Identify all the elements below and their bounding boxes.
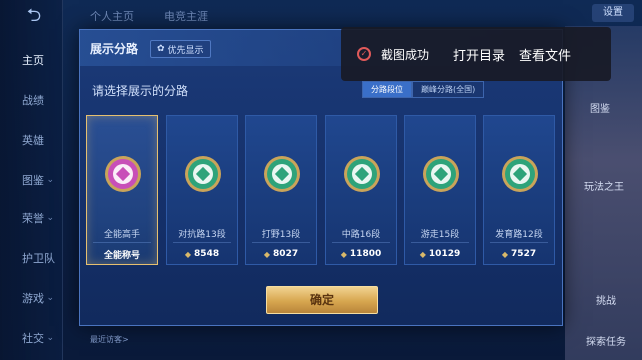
open-folder-link[interactable]: 打开目录 xyxy=(453,45,505,64)
divider xyxy=(411,242,469,243)
recent-visitors[interactable]: 最近访客> xyxy=(90,334,129,345)
top-tabs: 个人主页 电竞主涯 xyxy=(90,8,208,24)
tab-lane-rank[interactable]: 分路段位 xyxy=(362,81,412,98)
sidebar-item-honor[interactable]: 荣誉 ⌄ xyxy=(0,200,62,236)
lane-card-value-row: ◆ 8548 xyxy=(167,244,237,264)
divider xyxy=(93,242,151,243)
priority-display-button[interactable]: ✿ 优先显示 xyxy=(150,40,211,58)
lane-card-label: 发育路12段 xyxy=(495,230,543,240)
bg-label: 图鉴 xyxy=(590,104,610,115)
modal-title: 展示分路 xyxy=(90,42,139,56)
gear-icon: ✿ xyxy=(157,44,165,54)
tab-esports[interactable]: 电竞主涯 xyxy=(164,8,208,24)
lane-card-label: 对抗路13段 xyxy=(178,230,226,240)
sidebar-item-home[interactable]: 主页 xyxy=(0,42,62,78)
settings-button[interactable]: 设置 xyxy=(592,4,634,22)
left-sidebar: ⮌ 主页 战绩 英雄 图鉴 ⌄ 荣誉 ⌄ 护卫队 ⌄ 游戏 ⌄ 社交 ⌄ xyxy=(0,0,63,360)
lane-card-value-row: ◆ 11800 xyxy=(326,244,396,264)
sidebar-item-record[interactable]: 战绩 xyxy=(0,82,62,118)
lane-card[interactable]: 打野13段 ◆ 8027 xyxy=(245,115,317,265)
chevron-down-icon: ⌄ xyxy=(46,333,54,343)
lane-card-value-row: ◆ 10129 xyxy=(405,244,475,264)
sidebar-item-label: 荣誉 xyxy=(22,212,44,225)
lane-card-value: 11800 xyxy=(349,249,382,259)
mid-lane-emblem-icon xyxy=(344,156,380,192)
sidebar-item-label: 战绩 xyxy=(22,94,44,107)
lane-card-value: 10129 xyxy=(428,249,461,259)
jungle-emblem-icon xyxy=(264,156,300,192)
chevron-down-icon: ⌄ xyxy=(46,253,54,263)
lane-card[interactable]: 全能高手 全能称号 xyxy=(86,115,158,265)
screenshot-toast: ✓ 截图成功 打开目录 查看文件 xyxy=(341,27,611,81)
lane-card-label: 全能高手 xyxy=(103,230,140,240)
divider xyxy=(252,242,310,243)
lane-card[interactable]: 对抗路13段 ◆ 8548 xyxy=(166,115,238,265)
bg-label: 挑战 xyxy=(596,296,616,307)
rank-diamond-icon: ◆ xyxy=(419,249,426,259)
sidebar-item-label: 主页 xyxy=(22,54,44,67)
lane-card-value-row: ◆ 8027 xyxy=(246,244,316,264)
lane-card-value-row: ◆ 7527 xyxy=(484,244,554,264)
lane-card[interactable]: 发育路12段 ◆ 7527 xyxy=(483,115,555,265)
divider xyxy=(490,242,548,243)
rank-diamond-icon: ◆ xyxy=(184,249,192,259)
sidebar-item-guard[interactable]: 护卫队 ⌄ xyxy=(0,240,62,276)
lane-card-value: 8027 xyxy=(273,249,299,259)
sidebar-item-label: 英雄 xyxy=(22,134,44,147)
sidebar-item-collection[interactable]: 图鉴 ⌄ xyxy=(0,162,62,198)
tab-profile[interactable]: 个人主页 xyxy=(90,8,134,24)
chevron-down-icon: ⌄ xyxy=(46,175,54,185)
lane-card-label: 游走15段 xyxy=(420,230,460,240)
lane-cards: 全能高手 全能称号 对抗路13段 ◆ 8548 打野13段 ◆ 8027 中路16段 ◆ 11800… xyxy=(86,115,558,265)
roam-emblem-icon xyxy=(423,156,459,192)
sidebar-item-label: 社交 xyxy=(22,332,44,345)
bg-label: 探索任务 xyxy=(586,337,626,348)
farm-lane-emblem-icon xyxy=(502,156,538,192)
modal-subtitle: 请选择展示的分路 xyxy=(92,84,189,98)
lane-tab-group: 分路段位 巅峰分路(全国) xyxy=(362,81,485,98)
clash-lane-emblem-icon xyxy=(185,156,221,192)
sidebar-item-social[interactable]: 社交 ⌄ xyxy=(0,320,62,356)
sidebar-item-game[interactable]: 游戏 ⌄ xyxy=(0,280,62,316)
chevron-down-icon: ⌄ xyxy=(46,293,54,303)
divider xyxy=(173,242,231,243)
rank-diamond-icon: ◆ xyxy=(263,249,271,259)
bg-label: 玩法之王 xyxy=(584,182,624,193)
lane-card-value-row: 全能称号 xyxy=(87,244,157,264)
sidebar-item-label: 游戏 xyxy=(22,292,44,305)
lane-card[interactable]: 中路16段 ◆ 11800 xyxy=(325,115,397,265)
all-round-emblem-icon xyxy=(105,156,141,192)
lane-card[interactable]: 游走15段 ◆ 10129 xyxy=(404,115,476,265)
lane-card-label: 中路16段 xyxy=(341,230,381,240)
back-arrow-icon[interactable]: ⮌ xyxy=(14,4,54,28)
lane-card-value: 7527 xyxy=(511,249,537,259)
priority-label: 优先显示 xyxy=(167,45,204,56)
check-circle-icon: ✓ xyxy=(357,47,371,61)
confirm-button[interactable]: 确定 xyxy=(266,286,378,314)
rank-diamond-icon: ◆ xyxy=(501,249,509,259)
rank-diamond-icon: ◆ xyxy=(340,249,347,259)
toast-message: 截图成功 xyxy=(381,47,430,62)
sidebar-item-label: 图鉴 xyxy=(22,174,44,187)
lane-card-value: 全能称号 xyxy=(103,250,140,261)
divider xyxy=(332,242,390,243)
sidebar-item-heroes[interactable]: 英雄 xyxy=(0,122,62,158)
lane-card-label: 打野13段 xyxy=(261,230,301,240)
lane-card-value: 8548 xyxy=(194,249,220,259)
chevron-down-icon: ⌄ xyxy=(46,213,54,223)
view-file-link[interactable]: 查看文件 xyxy=(519,45,571,64)
tab-peak-lane[interactable]: 巅峰分路(全国) xyxy=(412,81,485,98)
